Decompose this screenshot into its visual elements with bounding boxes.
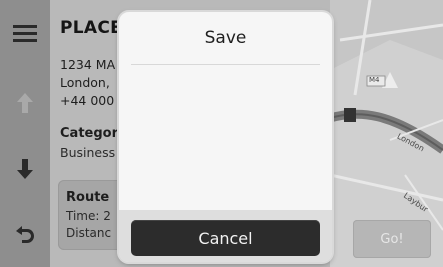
arrow-down-icon: [17, 159, 33, 179]
address-line1: 1234 MA: [60, 57, 116, 72]
navigation-screen: PLACE 1234 MA London, +44 000 Categor Bu…: [0, 0, 443, 267]
cancel-button[interactable]: Cancel: [131, 220, 320, 256]
left-nav-bar: [0, 0, 50, 267]
dialog-divider: [131, 64, 320, 65]
road-shield-label: M4: [369, 76, 380, 84]
scroll-down-button[interactable]: [0, 144, 50, 194]
map-pin-icon: [344, 108, 356, 122]
place-title: PLACE: [60, 18, 123, 38]
save-dialog: Save Cancel: [119, 12, 332, 262]
address-line2: London,: [60, 75, 110, 90]
menu-button[interactable]: [0, 8, 50, 58]
dialog-title: Save: [204, 28, 247, 48]
route-time: Time: 2: [66, 209, 111, 223]
category-label: Categor: [60, 126, 118, 141]
route-title: Route: [66, 190, 110, 205]
arrow-up-icon: [17, 93, 33, 113]
hamburger-menu-icon: [13, 25, 37, 42]
back-button[interactable]: [0, 210, 50, 260]
category-value: Business: [60, 145, 116, 160]
go-button[interactable]: Go!: [353, 220, 431, 258]
scroll-up-button[interactable]: [0, 78, 50, 128]
phone-number: +44 000: [60, 93, 115, 108]
route-distance: Distanc: [66, 226, 112, 240]
back-arrow-icon: [16, 226, 34, 243]
